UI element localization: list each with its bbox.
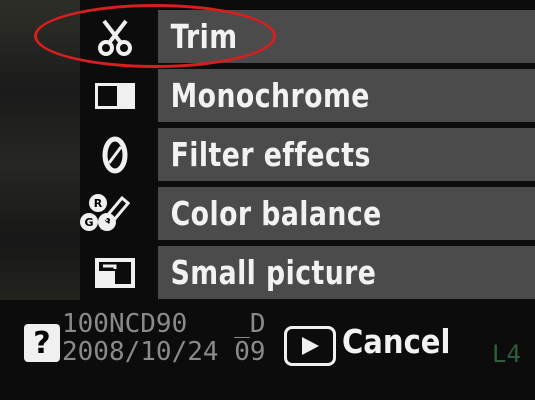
menu-item-label-cell: Monochrome (158, 69, 535, 122)
image-info: 100NCD90 _D 2008/10/24 09 (62, 310, 266, 366)
play-icon (302, 337, 319, 355)
icon-letter-r: R (94, 197, 103, 210)
corner-indicator: L4 (492, 340, 521, 368)
menu-item-label: Color balance (170, 194, 382, 233)
menu-item-label: Monochrome (170, 76, 370, 115)
help-button[interactable]: ? (24, 324, 60, 362)
help-label: ? (33, 325, 51, 361)
menu-item-monochrome[interactable]: Monochrome (0, 69, 535, 122)
monochrome-icon (75, 69, 155, 122)
info-trailing-top: _D (234, 309, 266, 339)
cancel-label[interactable]: Cancel (342, 322, 450, 361)
menu-item-label-cell: Filter effects (158, 128, 535, 181)
playback-button[interactable] (284, 326, 336, 366)
menu-item-label-cell: Color balance (158, 187, 535, 240)
menu-item-small-picture[interactable]: Small picture (0, 246, 535, 299)
folder-name: 100NCD90 (62, 309, 188, 339)
footer-bar: 100NCD90 _D 2008/10/24 09 ? Cancel L4 (0, 300, 535, 400)
menu-item-label: Small picture (170, 253, 377, 292)
filter-lens-icon (75, 128, 155, 181)
small-picture-icon (75, 246, 155, 299)
info-trailing-bottom: 09 (234, 337, 266, 367)
camera-retouch-screen: Trim Monochrome Filter effects R G B Col… (0, 0, 535, 400)
menu-item-trim[interactable]: Trim (0, 10, 535, 63)
scissors-icon (75, 10, 155, 63)
menu-item-label: Trim (170, 17, 238, 56)
menu-item-filter-effects[interactable]: Filter effects (0, 128, 535, 181)
menu-item-color-balance[interactable]: R G B Color balance (0, 187, 535, 240)
menu-item-label: Filter effects (170, 135, 371, 174)
capture-date: 2008/10/24 (62, 337, 219, 367)
menu-item-label-cell: Small picture (158, 246, 535, 299)
color-balance-icon: R G B (75, 187, 155, 240)
menu-item-label-cell: Trim (158, 10, 535, 63)
icon-letter-g: G (84, 216, 93, 229)
